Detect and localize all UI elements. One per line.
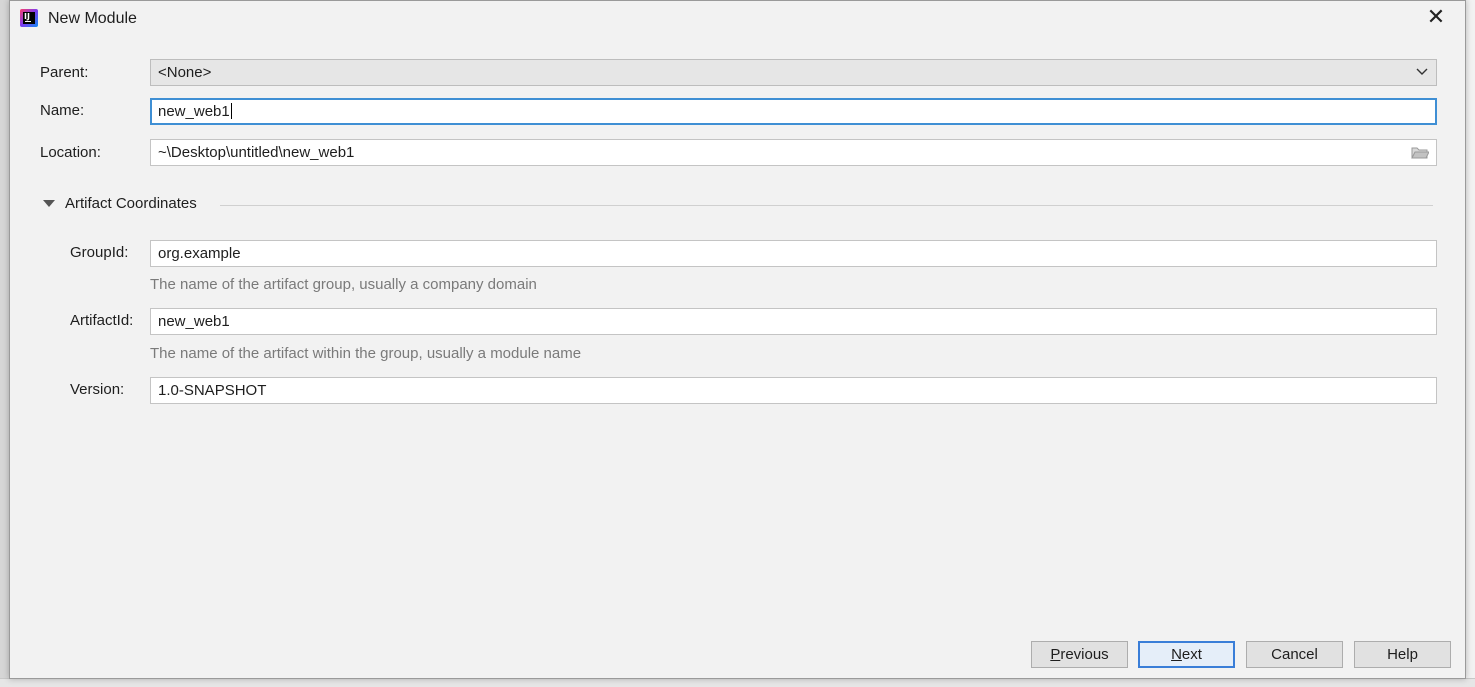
artifactid-value: new_web1 [158,313,230,330]
folder-icon[interactable] [1411,146,1429,160]
groupid-label: GroupId: [70,244,129,261]
previous-button[interactable]: Previous [1031,641,1128,668]
location-input[interactable]: ~\Desktop\untitled\new_web1 [150,139,1437,166]
groupid-hint: The name of the artifact group, usually … [150,276,537,293]
chevron-down-icon [1416,68,1428,75]
location-label: Location: [40,144,101,161]
location-value: ~\Desktop\untitled\new_web1 [158,144,355,161]
close-icon[interactable]: ✕ [1425,7,1447,29]
artifact-coordinates-title[interactable]: Artifact Coordinates [65,195,197,212]
version-value: 1.0-SNAPSHOT [158,382,267,399]
name-value: new_web1 [158,103,230,120]
cancel-button[interactable]: Cancel [1246,641,1343,668]
intellij-idea-icon: IJ [20,9,38,27]
dialog-title: New Module [48,10,137,27]
background-ide-right [1465,0,1475,687]
name-label: Name: [40,102,85,119]
version-label: Version: [70,381,125,398]
previous-label-rest: revious [1060,646,1109,663]
section-divider [220,205,1433,206]
next-button[interactable]: Next [1138,641,1235,668]
parent-label: Parent: [40,64,89,81]
text-caret [230,103,232,119]
next-mnemonic: N [1171,646,1182,663]
new-module-dialog: IJ New Module ✕ Parent: <None> Name: new… [9,0,1466,679]
artifactid-hint: The name of the artifact within the grou… [150,345,582,362]
title-bar[interactable]: IJ New Module ✕ [10,1,1465,37]
help-button[interactable]: Help [1354,641,1451,668]
previous-mnemonic: P [1050,646,1061,663]
artifactid-input[interactable]: new_web1 [150,308,1437,335]
artifactid-label: ArtifactId: [70,312,134,329]
next-label-rest: ext [1181,646,1202,663]
groupid-input[interactable]: org.example [150,240,1437,267]
name-input[interactable]: new_web1 [150,98,1437,125]
background-ide-bottom [0,678,1475,687]
parent-value: <None> [158,64,212,81]
version-input[interactable]: 1.0-SNAPSHOT [150,377,1437,404]
parent-dropdown[interactable]: <None> [150,59,1437,86]
groupid-value: org.example [158,245,241,262]
triangle-down-icon[interactable] [43,200,55,207]
